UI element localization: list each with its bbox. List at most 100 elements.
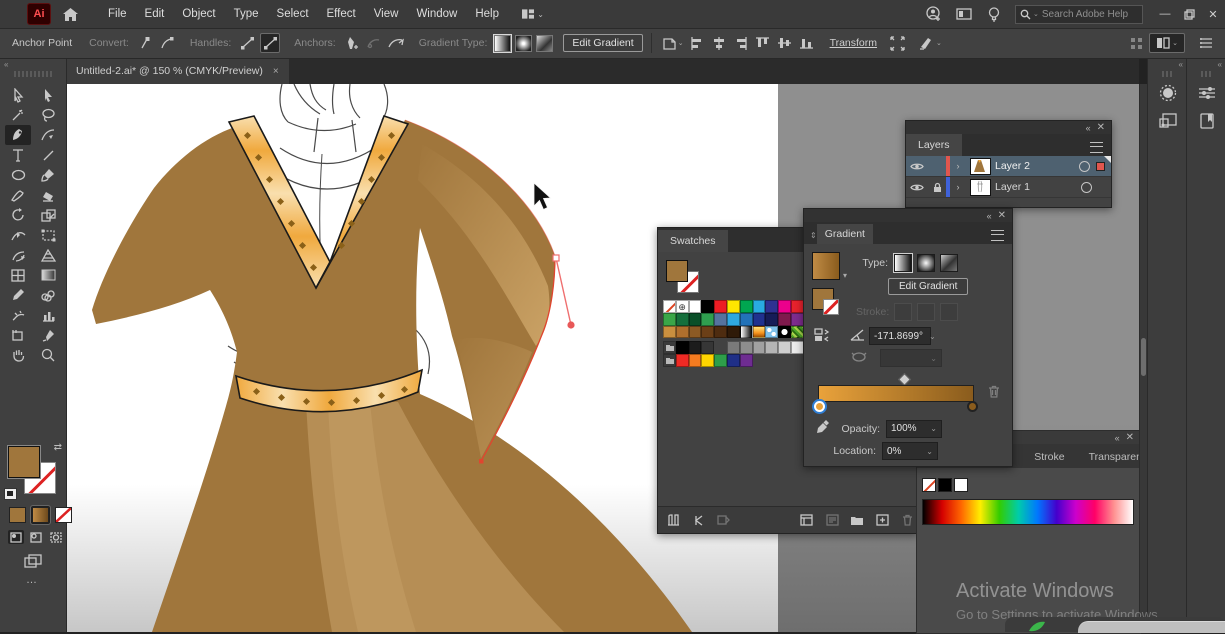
color-black-swatch[interactable]: [938, 478, 952, 492]
close-button[interactable]: ✕: [1201, 0, 1225, 28]
share-screen-icon[interactable]: [953, 4, 975, 24]
tool-artboard[interactable]: [5, 325, 31, 345]
delete-stop-icon[interactable]: [988, 385, 1000, 401]
tool-rotate[interactable]: [5, 205, 31, 225]
scrollbar-thumb[interactable]: [1141, 338, 1146, 376]
swatch[interactable]: [765, 341, 778, 354]
lightbulb-icon[interactable]: [983, 4, 1005, 24]
panel-menu-icon[interactable]: [1197, 34, 1215, 52]
swatch[interactable]: [765, 326, 778, 339]
tool-hand[interactable]: [5, 345, 31, 365]
tab-gradient[interactable]: Gradient: [817, 224, 873, 244]
eyedropper-icon[interactable]: [816, 419, 834, 438]
tool-paintbrush[interactable]: [35, 165, 61, 185]
expand-layer-icon[interactable]: ›: [950, 182, 966, 192]
dock-collapse-icon[interactable]: «: [1148, 58, 1187, 70]
tool-shape-builder[interactable]: [5, 245, 31, 265]
align-top-icon[interactable]: [754, 34, 772, 52]
delete-swatch-icon[interactable]: [898, 512, 917, 528]
convert-smooth-icon[interactable]: [158, 34, 176, 52]
draw-inside-button[interactable]: [48, 530, 64, 544]
touch-grid-icon[interactable]: [1127, 34, 1145, 52]
color-spectrum-bar[interactable]: [922, 499, 1134, 525]
location-input[interactable]: 0%⌄: [882, 442, 938, 460]
bottom-popup-light[interactable]: [1078, 621, 1225, 633]
gradient-fill-swatch[interactable]: [812, 252, 840, 280]
align-left-icon[interactable]: [688, 34, 706, 52]
gradient-midpoint-handle[interactable]: [899, 373, 912, 386]
color-guide-icon[interactable]: [1155, 81, 1181, 105]
swatch-options-icon[interactable]: [823, 512, 842, 528]
new-color-group-icon[interactable]: [848, 512, 867, 528]
toolbar-grip[interactable]: [14, 71, 52, 77]
tool-ellipse[interactable]: [5, 165, 31, 185]
menu-edit[interactable]: Edit: [136, 0, 174, 28]
document-tab[interactable]: Untitled-2.ai* @ 150 % (CMYK/Preview) ×: [66, 58, 289, 84]
draw-behind-button[interactable]: [28, 530, 44, 544]
gradient-type-radial[interactable]: [515, 35, 532, 52]
color-mode-button[interactable]: [9, 507, 26, 523]
swatch[interactable]: [714, 300, 727, 313]
tool-lasso[interactable]: [35, 105, 61, 125]
tool-scale[interactable]: [35, 205, 61, 225]
swatch[interactable]: [791, 313, 804, 326]
anchor-point[interactable]: [479, 459, 484, 464]
swatch[interactable]: [740, 326, 753, 339]
swatch[interactable]: [727, 313, 740, 326]
gradient-type-linear[interactable]: [494, 35, 511, 52]
layer-target-icon[interactable]: [1079, 161, 1090, 172]
remove-anchor-icon[interactable]: [365, 34, 383, 52]
tool-column-graph[interactable]: [35, 305, 61, 325]
toolbar-more-button[interactable]: …: [26, 574, 39, 586]
add-anchor-icon[interactable]: [343, 34, 361, 52]
annotator-start-handle[interactable]: [553, 255, 559, 261]
swatch-kinds-icon[interactable]: [714, 512, 733, 528]
tool-perspective-grid[interactable]: [35, 245, 61, 265]
document-tab-close-icon[interactable]: ×: [273, 66, 279, 77]
gradient-freeform-button[interactable]: [940, 254, 958, 272]
reverse-gradient-icon[interactable]: [814, 328, 832, 345]
menu-select[interactable]: Select: [268, 0, 318, 28]
layer-thumbnail[interactable]: [970, 158, 991, 175]
swatch[interactable]: [778, 341, 791, 354]
tool-eyedropper[interactable]: [5, 285, 31, 305]
tool-curvature[interactable]: [35, 125, 61, 145]
lock-icon[interactable]: [928, 182, 946, 193]
stroke-within-button[interactable]: [894, 303, 912, 321]
account-icon[interactable]: [923, 4, 945, 24]
dock-collapse-icon[interactable]: «: [1187, 58, 1225, 70]
menu-window[interactable]: Window: [407, 0, 466, 28]
gradient-stop-right[interactable]: [967, 401, 978, 412]
free-transform-icon[interactable]: [888, 34, 906, 52]
tab-stroke[interactable]: Stroke: [1022, 446, 1076, 468]
swatch[interactable]: [791, 341, 804, 354]
tool-pen[interactable]: [5, 125, 31, 145]
swatch[interactable]: [663, 341, 676, 354]
convert-corner-icon[interactable]: [136, 34, 154, 52]
swatch[interactable]: [778, 300, 791, 313]
menu-effect[interactable]: Effect: [318, 0, 365, 28]
swatch[interactable]: [701, 313, 714, 326]
menu-type[interactable]: Type: [225, 0, 268, 28]
toolbar-collapse-icon[interactable]: «: [0, 58, 66, 70]
layer-name[interactable]: Layer 2: [995, 160, 1030, 172]
align-right-icon[interactable]: [732, 34, 750, 52]
close-panel-icon[interactable]: ✕: [1126, 432, 1134, 443]
gradient-radial-button[interactable]: [917, 254, 935, 272]
swatch[interactable]: [740, 313, 753, 326]
collapse-panel-icon[interactable]: «: [1115, 433, 1120, 443]
swatch[interactable]: [689, 326, 702, 339]
adjustments-sliders-icon[interactable]: [1194, 81, 1220, 105]
swap-fill-stroke-icon[interactable]: ⇄: [54, 442, 62, 453]
tool-line-segment[interactable]: [35, 145, 61, 165]
swatch[interactable]: [663, 313, 676, 326]
arrange-documents-icon[interactable]: ⌄: [522, 4, 544, 24]
screen-mode-button[interactable]: [24, 554, 42, 571]
menu-view[interactable]: View: [365, 0, 408, 28]
swatch[interactable]: [676, 326, 689, 339]
gradient-bar[interactable]: [818, 385, 974, 402]
layer-row-1[interactable]: › Layer 1: [906, 177, 1111, 198]
stroke-across-button[interactable]: [940, 303, 958, 321]
new-swatch-icon[interactable]: [873, 512, 892, 528]
aspect-ratio-input[interactable]: ⌄: [880, 349, 942, 367]
